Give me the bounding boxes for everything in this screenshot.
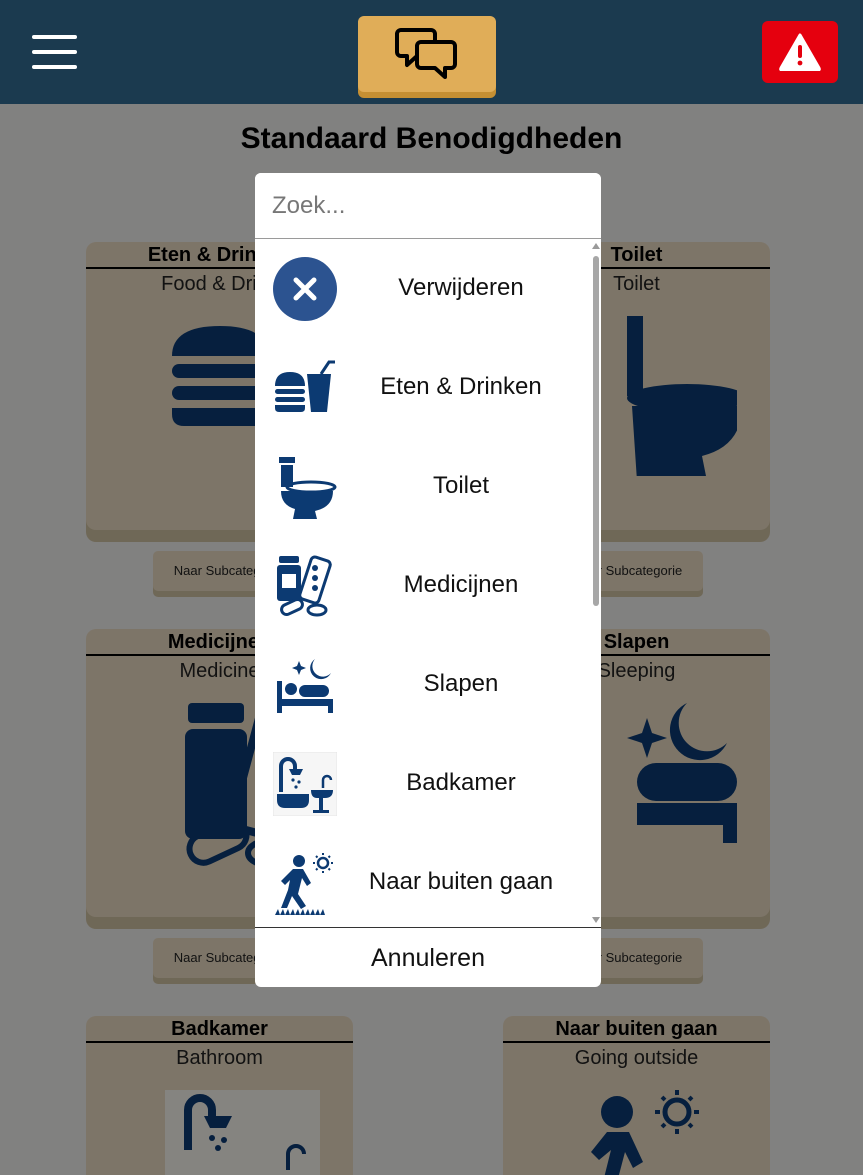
list-scrollbar[interactable] [591,240,601,926]
scroll-up-arrow-icon[interactable] [592,243,600,249]
category-picker-dialog: Verwijderen Eten & Drinken [255,173,601,987]
list-item-label: Eten & Drinken [380,373,542,400]
list-item-label: Badkamer [406,769,516,796]
list-item-label: Verwijderen [398,274,524,301]
chat-button[interactable] [358,16,496,92]
list-item-sleeping[interactable]: Slapen [255,636,591,735]
chat-bubbles-icon [395,28,457,79]
list-item-label: Slapen [423,670,499,697]
food-drink-icon [272,355,338,421]
alert-button[interactable] [762,21,838,83]
scroll-down-arrow-icon[interactable] [592,917,600,923]
sleeping-icon [272,652,338,718]
list-item-label: Medicijnen [403,571,519,598]
remove-icon [272,256,338,322]
toilet-icon [272,454,338,520]
category-list: Verwijderen Eten & Drinken Toilet Medici… [255,240,601,926]
search-input[interactable] [255,173,601,239]
bathroom-icon [272,751,338,817]
warning-icon [779,33,821,71]
list-item-remove[interactable]: Verwijderen [255,240,591,339]
list-item-label: Naar buiten gaan [368,868,554,895]
list-item-label: Toilet [432,472,490,499]
going-outside-icon [272,850,338,916]
list-item-bathroom[interactable]: Badkamer [255,735,591,834]
hamburger-icon[interactable] [32,35,77,69]
list-item-food-drink[interactable]: Eten & Drinken [255,339,591,438]
cancel-button[interactable]: Annuleren [255,927,601,987]
medicine-icon [272,553,338,619]
list-item-medicine[interactable]: Medicijnen [255,537,591,636]
list-item-going-outside[interactable]: Naar buiten gaan [255,834,591,926]
scrollbar-thumb[interactable] [593,256,599,606]
list-item-toilet[interactable]: Toilet [255,438,591,537]
top-bar [0,0,863,104]
